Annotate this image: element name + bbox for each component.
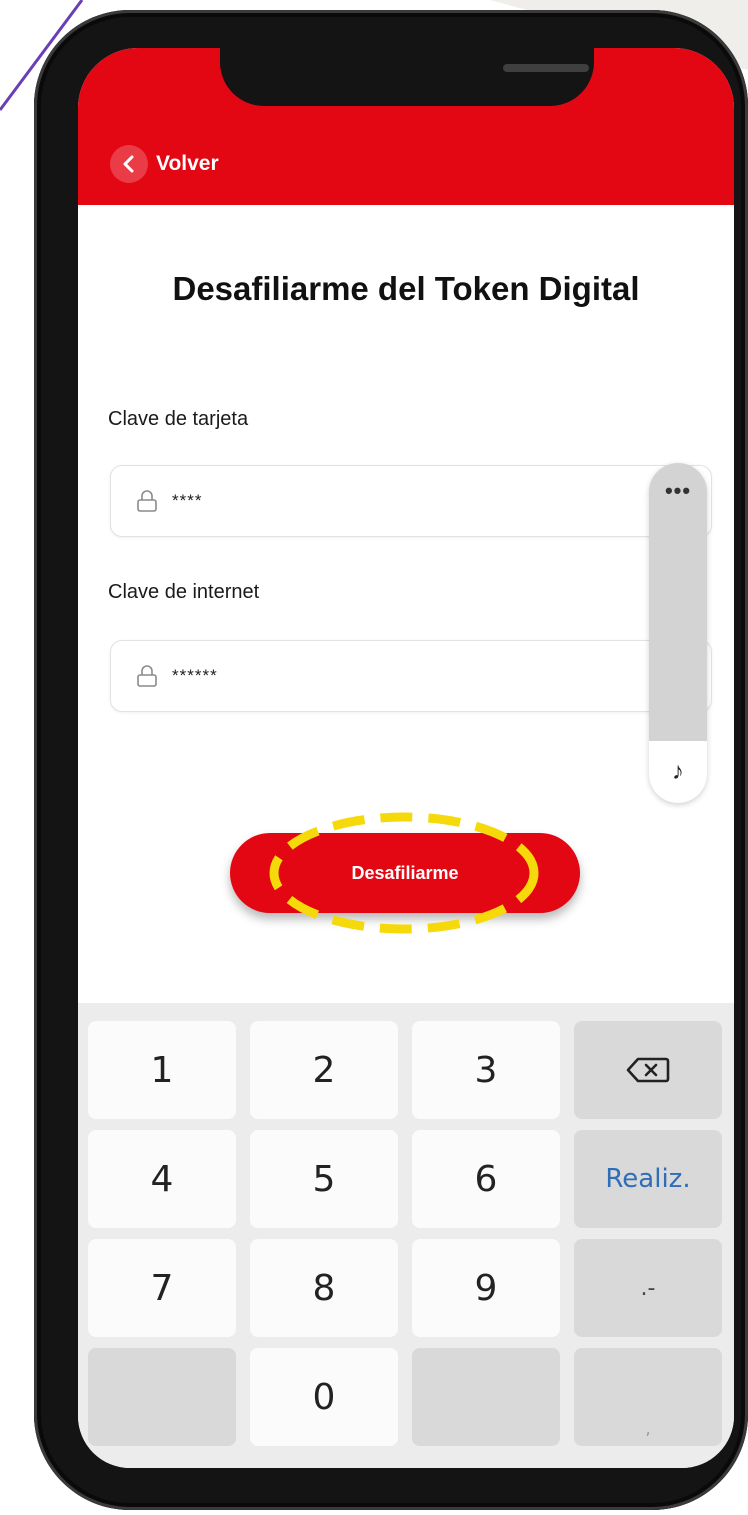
key-4[interactable]: 4 [88,1130,236,1228]
key-1[interactable]: 1 [88,1021,236,1119]
speaker-grille [503,64,589,72]
key-0[interactable]: 0 [250,1348,398,1446]
music-note-icon[interactable]: ♪ [649,741,707,803]
key-3[interactable]: 3 [412,1021,560,1119]
key-2[interactable]: 2 [250,1021,398,1119]
empty-key-left [88,1348,236,1446]
card-key-field[interactable]: **** [110,465,712,537]
internet-key-field[interactable]: ****** [110,640,712,712]
lock-icon [137,490,157,512]
empty-key-right [412,1348,560,1446]
internet-key-value: ****** [172,666,218,685]
card-key-label: Clave de tarjeta [108,408,249,430]
key-8[interactable]: 8 [250,1239,398,1337]
back-label: Volver [156,152,219,175]
card-key-value: **** [172,491,203,510]
page-title: Desafiliarme del Token Digital [172,270,640,307]
chevron-left-icon [110,145,148,183]
backspace-icon [626,1057,670,1083]
internet-key-label: Clave de internet [108,581,260,603]
more-horizontal-icon[interactable]: ••• [649,463,707,519]
key-7[interactable]: 7 [88,1239,236,1337]
key-6[interactable]: 6 [412,1130,560,1228]
comma-key[interactable]: , [574,1348,722,1446]
key-5[interactable]: 5 [250,1130,398,1228]
app-screen: Volver Desafiliarme del Token Digital Cl… [78,48,734,1468]
floating-side-panel[interactable]: ••• ♪ [649,463,707,803]
dot-dash-key[interactable]: .- [574,1239,722,1337]
lock-icon [137,665,157,687]
back-button[interactable]: Volver [110,144,219,184]
done-key[interactable]: Realiz. [574,1130,722,1228]
numeric-keyboard: 1 2 3 4 5 6 Realiz. 7 8 9 .- 0 , [78,1003,734,1468]
highlight-ellipse [269,812,539,934]
phone-notch [220,48,594,106]
key-9[interactable]: 9 [412,1239,560,1337]
backspace-key[interactable] [574,1021,722,1119]
